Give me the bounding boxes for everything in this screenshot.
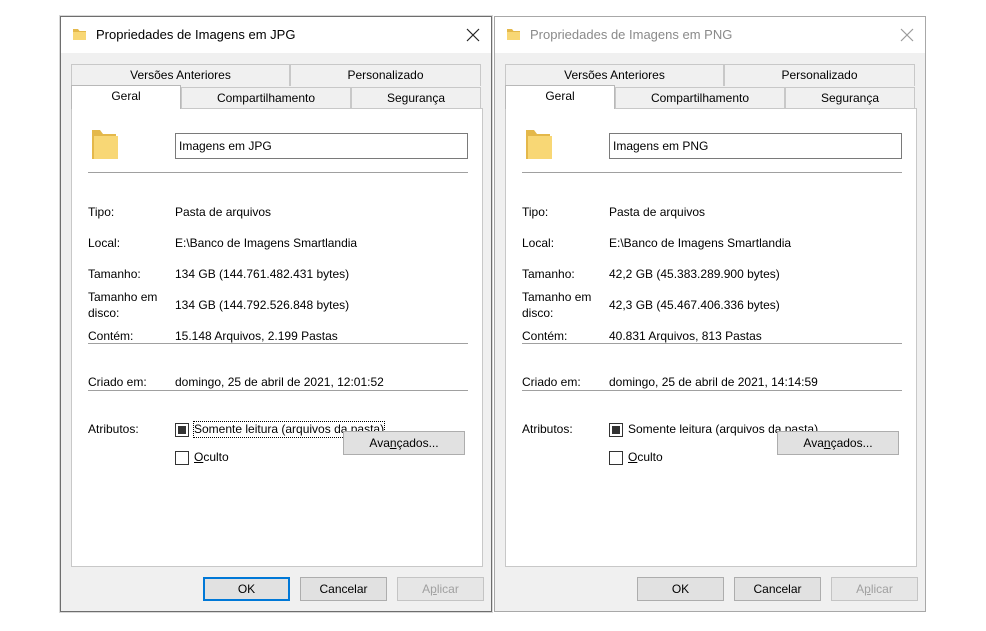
tab-sharing[interactable]: Compartilhamento xyxy=(615,87,785,109)
size-value: 134 GB (144.761.482.431 bytes) xyxy=(175,267,350,281)
contains-label: Contém: xyxy=(522,329,568,343)
apply-button[interactable]: Aplicar xyxy=(397,577,484,601)
apply-button[interactable]: Aplicar xyxy=(831,577,918,601)
general-tab-panel: Tipo: Pasta de arquivos Local: E:\Banco … xyxy=(71,108,483,567)
hidden-accesskey: O xyxy=(628,450,638,464)
tab-general[interactable]: Geral xyxy=(71,85,181,109)
apply-label-post: licar xyxy=(436,582,459,596)
size-on-disk-label-line1: Tamanho em xyxy=(88,290,158,304)
advanced-button[interactable]: Avançados... xyxy=(777,431,899,455)
advanced-accesskey: n xyxy=(389,436,397,450)
general-tab-panel: Tipo: Pasta de arquivos Local: E:\Banco … xyxy=(505,108,917,567)
advanced-label-post: çados... xyxy=(396,436,439,450)
type-value: Pasta de arquivos xyxy=(609,205,706,219)
tab-previous-versions[interactable]: Versões Anteriores xyxy=(505,64,724,86)
size-on-disk-label-line2: disco: xyxy=(522,306,554,320)
created-label: Criado em: xyxy=(88,375,147,389)
size-on-disk-value: 134 GB (144.792.526.848 bytes) xyxy=(175,298,350,312)
hidden-accesskey: O xyxy=(194,450,204,464)
ok-button[interactable]: OK xyxy=(203,577,290,601)
window-title: Propriedades de Imagens em JPG xyxy=(96,27,296,42)
type-value: Pasta de arquivos xyxy=(175,205,272,219)
contains-label: Contém: xyxy=(88,329,134,343)
tab-general[interactable]: Geral xyxy=(505,85,615,109)
size-label: Tamanho: xyxy=(88,267,141,281)
divider xyxy=(88,343,468,344)
hidden-checkbox-label[interactable]: Oculto xyxy=(628,450,663,465)
close-button[interactable] xyxy=(459,21,487,49)
folder-icon xyxy=(507,29,520,40)
advanced-button[interactable]: Avançados... xyxy=(343,431,465,455)
hidden-checkbox-label[interactable]: Oculto xyxy=(194,450,229,465)
folder-icon xyxy=(526,130,552,159)
type-label: Tipo: xyxy=(88,205,115,219)
hidden-label-rest: culto xyxy=(637,450,663,464)
divider xyxy=(522,172,902,173)
cancel-button[interactable]: Cancelar xyxy=(734,577,821,601)
advanced-accesskey: n xyxy=(823,436,831,450)
size-value: 42,2 GB (45.383.289.900 bytes) xyxy=(609,267,780,281)
hidden-label-rest: culto xyxy=(203,450,229,464)
location-value: E:\Banco de Imagens Smartlandia xyxy=(175,236,358,250)
apply-label-pre: A xyxy=(422,582,431,596)
size-on-disk-value: 42,3 GB (45.467.406.336 bytes) xyxy=(609,298,780,312)
properties-dialog-png: Propriedades de Imagens em PNG Versões A… xyxy=(494,16,926,612)
tab-security[interactable]: Segurança xyxy=(351,87,481,109)
size-on-disk-label-line2: disco: xyxy=(88,306,120,320)
created-label: Criado em: xyxy=(522,375,581,389)
tab-customize[interactable]: Personalizado xyxy=(290,64,481,86)
apply-label-post: licar xyxy=(870,582,893,596)
tab-customize[interactable]: Personalizado xyxy=(724,64,915,86)
advanced-label-post: çados... xyxy=(830,436,873,450)
title-bar[interactable]: Propriedades de Imagens em PNG xyxy=(495,17,925,53)
created-value: domingo, 25 de abril de 2021, 12:01:52 xyxy=(175,375,384,389)
folder-name-input[interactable] xyxy=(175,133,468,159)
location-value: E:\Banco de Imagens Smartlandia xyxy=(609,236,792,250)
close-button[interactable] xyxy=(893,21,921,49)
close-icon xyxy=(466,28,480,42)
folder-icon xyxy=(73,29,86,40)
ok-button[interactable]: OK xyxy=(637,577,724,601)
title-bar[interactable]: Propriedades de Imagens em JPG xyxy=(61,17,491,53)
type-label: Tipo: xyxy=(522,205,549,219)
cancel-button[interactable]: Cancelar xyxy=(300,577,387,601)
apply-accesskey: p xyxy=(430,582,437,596)
properties-dialog-jpg: Propriedades de Imagens em JPG Versões A… xyxy=(60,16,492,612)
attributes-label: Atributos: xyxy=(522,422,573,436)
hidden-checkbox[interactable] xyxy=(609,451,623,465)
readonly-checkbox[interactable] xyxy=(175,423,189,437)
tab-previous-versions[interactable]: Versões Anteriores xyxy=(71,64,290,86)
location-label: Local: xyxy=(522,236,555,250)
advanced-label-pre: Ava xyxy=(369,436,390,450)
indeterminate-mark xyxy=(178,426,186,434)
apply-accesskey: p xyxy=(864,582,871,596)
location-label: Local: xyxy=(88,236,121,250)
hidden-checkbox[interactable] xyxy=(175,451,189,465)
created-value: domingo, 25 de abril de 2021, 14:14:59 xyxy=(609,375,818,389)
size-label: Tamanho: xyxy=(522,267,575,281)
close-icon xyxy=(900,28,914,42)
advanced-label-pre: Ava xyxy=(803,436,824,450)
window-title: Propriedades de Imagens em PNG xyxy=(530,27,733,42)
folder-name-input[interactable] xyxy=(609,133,902,159)
divider xyxy=(522,343,902,344)
readonly-checkbox[interactable] xyxy=(609,423,623,437)
attributes-label: Atributos: xyxy=(88,422,139,436)
divider xyxy=(522,390,902,391)
divider xyxy=(88,172,468,173)
tab-sharing[interactable]: Compartilhamento xyxy=(181,87,351,109)
indeterminate-mark xyxy=(612,426,620,434)
contains-value: 15.148 Arquivos, 2.199 Pastas xyxy=(175,329,338,343)
folder-icon xyxy=(92,130,118,159)
size-on-disk-label-line1: Tamanho em xyxy=(522,290,592,304)
divider xyxy=(88,390,468,391)
apply-label-pre: A xyxy=(856,582,865,596)
contains-value: 40.831 Arquivos, 813 Pastas xyxy=(609,329,762,343)
tab-security[interactable]: Segurança xyxy=(785,87,915,109)
